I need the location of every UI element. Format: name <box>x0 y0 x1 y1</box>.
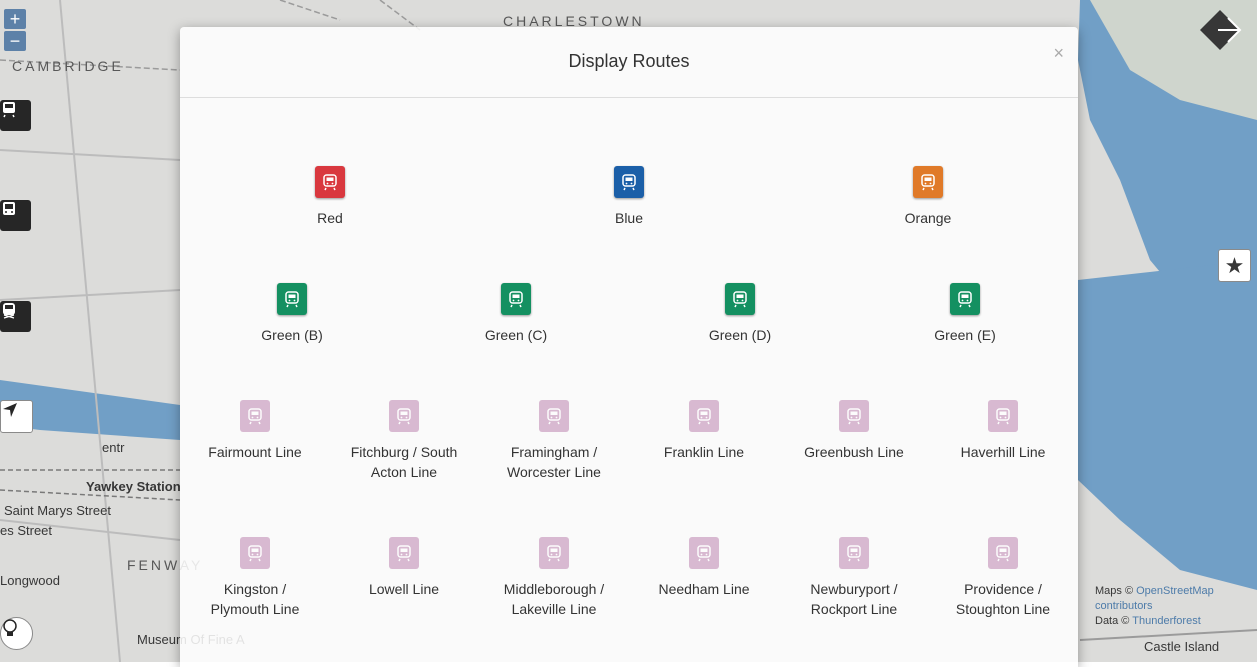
route-label-line: Green (B) <box>261 327 323 343</box>
route-green-3[interactable]: Green (E) <box>885 283 1045 345</box>
train-icon <box>988 400 1018 432</box>
route-label: Newburyport / Rockport Line <box>774 579 934 619</box>
route-label-line: Red <box>317 210 343 226</box>
route-commuter-rail-4[interactable]: Greenbush Line <box>774 400 934 462</box>
route-label: Orange <box>848 208 1008 228</box>
display-routes-modal: Display Routes × Red Blue Orange Green (B) G… <box>180 27 1078 667</box>
train-icon <box>315 166 345 198</box>
modal-header: Display Routes × <box>180 27 1078 98</box>
train-icon <box>689 400 719 432</box>
route-label-line: Framingham / <box>510 444 598 460</box>
route-commuter-rail-1[interactable]: Fitchburg / South Acton Line <box>324 400 484 482</box>
route-label: Red <box>250 208 410 228</box>
route-label-line: Green (E) <box>934 327 996 343</box>
train-icon <box>689 537 719 569</box>
route-label-line: Orange <box>904 210 952 226</box>
route-commuter-rail-0[interactable]: Fairmount Line <box>180 400 335 462</box>
route-label-line: Franklin Line <box>663 444 745 460</box>
route-blue[interactable]: Blue <box>549 166 709 228</box>
route-red[interactable]: Red <box>250 166 410 228</box>
route-label: Fitchburg / South Acton Line <box>324 442 484 482</box>
route-green-1[interactable]: Green (C) <box>436 283 596 345</box>
route-commuter-rail-2[interactable]: Framingham / Worcester Line <box>474 400 634 482</box>
route-commuter-rail-9[interactable]: Needham Line <box>624 537 784 599</box>
route-label-line: Newburyport / <box>810 581 898 597</box>
route-label: Blue <box>549 208 709 228</box>
train-icon <box>240 400 270 432</box>
route-commuter-rail-5[interactable]: Haverhill Line <box>923 400 1078 462</box>
route-commuter-rail-11[interactable]: Providence / Stoughton Line <box>923 537 1078 619</box>
route-label: Greenbush Line <box>774 442 934 462</box>
route-label: Franklin Line <box>624 442 784 462</box>
close-icon[interactable]: × <box>1053 43 1064 64</box>
route-label: Fairmount Line <box>180 442 335 462</box>
route-commuter-rail-10[interactable]: Newburyport / Rockport Line <box>774 537 934 619</box>
train-icon <box>389 400 419 432</box>
route-label-line: Lakeville Line <box>511 601 597 617</box>
route-orange[interactable]: Orange <box>848 166 1008 228</box>
route-label-line: Stoughton Line <box>955 601 1051 617</box>
route-commuter-rail-6[interactable]: Kingston / Plymouth Line <box>180 537 335 619</box>
route-label: Haverhill Line <box>923 442 1078 462</box>
route-label-line: Worcester Line <box>507 464 601 480</box>
route-green-2[interactable]: Green (D) <box>660 283 820 345</box>
train-icon <box>240 537 270 569</box>
route-label-line: Green (D) <box>708 327 772 343</box>
route-label: Providence / Stoughton Line <box>923 579 1078 619</box>
route-label: Needham Line <box>624 579 784 599</box>
train-icon <box>277 283 307 315</box>
route-label-line: Acton Line <box>370 464 438 480</box>
route-label: Green (B) <box>212 325 372 345</box>
route-label-line: Blue <box>614 210 644 226</box>
train-icon <box>725 283 755 315</box>
route-label: Green (D) <box>660 325 820 345</box>
route-label: Framingham / Worcester Line <box>474 442 634 482</box>
train-icon <box>501 283 531 315</box>
route-label-line: Rockport Line <box>810 601 898 617</box>
route-label-line: Green (C) <box>484 327 548 343</box>
route-label: Green (E) <box>885 325 1045 345</box>
route-label: Middleborough / Lakeville Line <box>474 579 634 619</box>
train-icon <box>839 400 869 432</box>
route-commuter-rail-3[interactable]: Franklin Line <box>624 400 784 462</box>
route-label-line: Lowell Line <box>368 581 440 597</box>
train-icon <box>389 537 419 569</box>
route-label: Kingston / Plymouth Line <box>180 579 335 619</box>
train-icon <box>539 537 569 569</box>
train-icon <box>950 283 980 315</box>
modal-title: Display Routes <box>568 51 690 71</box>
train-icon <box>614 166 644 198</box>
route-label-line: Haverhill Line <box>960 444 1046 460</box>
route-label: Green (C) <box>436 325 596 345</box>
train-icon <box>913 166 943 198</box>
route-label-line: Needham Line <box>658 581 750 597</box>
route-label-line: Plymouth Line <box>210 601 300 617</box>
route-label-line: Fitchburg / South <box>350 444 458 460</box>
train-icon <box>988 537 1018 569</box>
route-commuter-rail-7[interactable]: Lowell Line <box>324 537 484 599</box>
route-label-line: Fairmount Line <box>208 444 302 460</box>
route-label: Lowell Line <box>324 579 484 599</box>
route-commuter-rail-8[interactable]: Middleborough / Lakeville Line <box>474 537 634 619</box>
route-label-line: Middleborough / <box>503 581 605 597</box>
train-icon <box>839 537 869 569</box>
route-green-0[interactable]: Green (B) <box>212 283 372 345</box>
route-label-line: Greenbush Line <box>804 444 904 460</box>
train-icon <box>539 400 569 432</box>
route-label-line: Providence / <box>964 581 1042 597</box>
route-label-line: Kingston / <box>223 581 287 597</box>
